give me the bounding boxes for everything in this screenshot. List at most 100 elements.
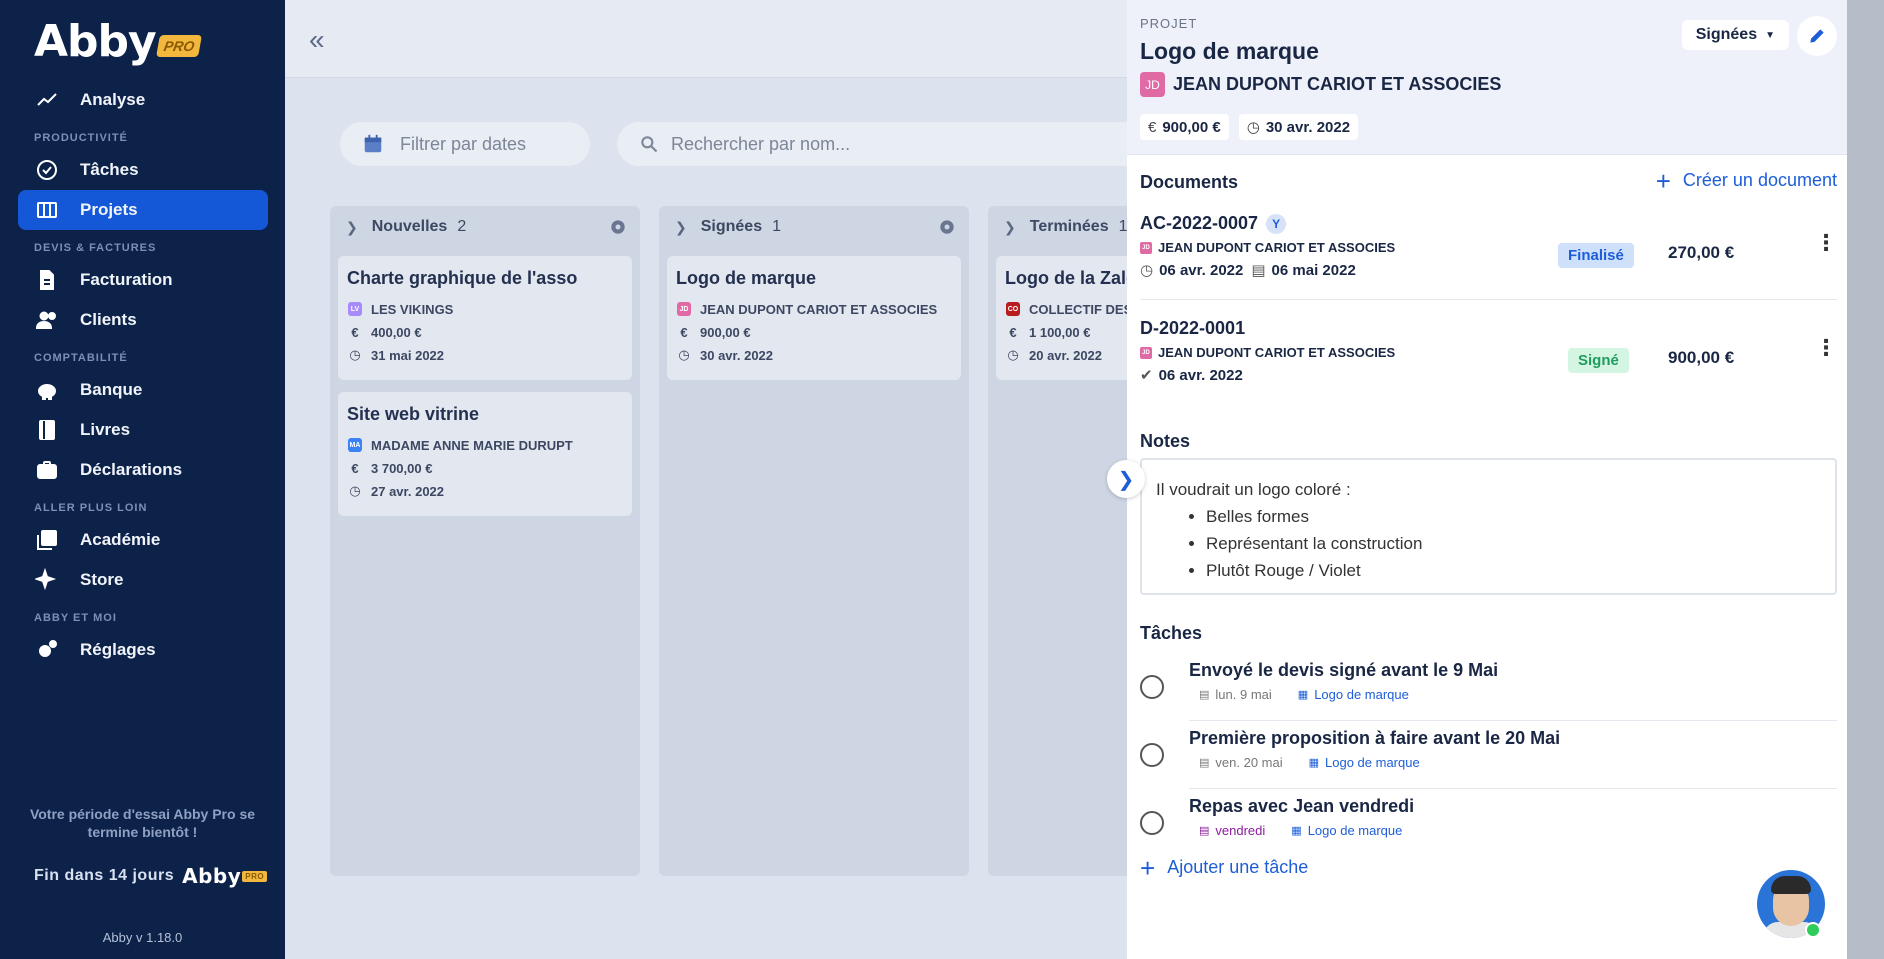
document-dates: ✔ 06 avr. 2022 <box>1140 366 1837 385</box>
plus-icon: + <box>1655 165 1671 196</box>
kanban-column-signees: ❯ Signées 1 Logo de marque JD JEAN DUPONT… <box>659 206 969 876</box>
nav-item-taches[interactable]: Tâches <box>18 150 268 190</box>
nav-item-declarations[interactable]: Déclarations <box>18 450 268 490</box>
card-amount-value: 1 100,00 € <box>1029 324 1091 340</box>
task-checkbox[interactable] <box>1140 811 1164 835</box>
status-value: Signées <box>1695 26 1758 43</box>
card-date-value: 31 mai 2022 <box>371 347 445 363</box>
card-title: Charte graphique de l'asso <box>347 268 578 288</box>
document-number: AC-2022-0007 Y <box>1140 213 1837 234</box>
task-date-value: vendredi <box>1215 823 1266 838</box>
gear-icon[interactable] <box>937 217 957 237</box>
nav-item-store[interactable]: Store <box>18 560 268 600</box>
more-vertical-icon[interactable]: ⋮ <box>1815 232 1837 254</box>
column-header[interactable]: ❯ Nouvelles 2 <box>330 206 640 248</box>
document-dates: ◷ 06 avr. 2022 ▤ 06 mai 2022 <box>1140 261 1837 280</box>
piggy-bank-icon <box>34 377 60 403</box>
status-select[interactable]: Signées ▼ <box>1681 20 1789 50</box>
notes-list: Belles formes Représentant la constructi… <box>1206 503 1821 584</box>
nav-label: Réglages <box>80 640 156 659</box>
nav-item-projets[interactable]: Projets <box>18 190 268 230</box>
sidebar: Abby PRO Analyse PRODUCTIVITÉ Tâches Pro… <box>0 0 285 959</box>
card-amount: €1 100,00 € <box>1005 324 1127 340</box>
card-date-value: 20 avr. 2022 <box>1029 347 1103 363</box>
task-project-link[interactable]: ▦ Logo de marque <box>1309 755 1420 770</box>
client-badge: MA <box>348 438 362 452</box>
search-placeholder: Rechercher par nom... <box>671 133 851 154</box>
clock-icon: ◷ <box>349 347 361 362</box>
nav-item-banque[interactable]: Banque <box>18 370 268 410</box>
client-badge: LV <box>348 302 362 316</box>
calendar-icon: ▤ <box>1199 689 1210 701</box>
client-badge: CO <box>1006 302 1020 316</box>
document-row[interactable]: D-2022-0001 JD JEAN DUPONT CARIOT ET ASSO… <box>1140 318 1837 384</box>
add-task-button[interactable]: + Ajouter une tâche <box>1140 855 1308 881</box>
column-name: Terminées <box>1029 218 1109 235</box>
abby-logo[interactable]: Abby PRO <box>34 16 203 67</box>
more-vertical-icon[interactable]: ⋮ <box>1815 337 1837 359</box>
divider <box>1189 788 1837 789</box>
client-badge: JD <box>1140 346 1152 359</box>
document-row[interactable]: AC-2022-0007 Y JD JEAN DUPONT CARIOT ET AS… <box>1140 213 1837 279</box>
column-header[interactable]: ❯ Signées 1 <box>659 206 969 248</box>
create-document-button[interactable]: + Créer un document <box>1655 165 1837 196</box>
card-date: ◷ 27 avr. 2022 <box>347 483 623 499</box>
edit-button[interactable] <box>1797 16 1837 56</box>
column-count: 1 <box>772 218 781 235</box>
card-client-name: JEAN DUPONT CARIOT ET ASSOCIES <box>700 301 938 317</box>
task-date-value: lun. 9 mai <box>1215 687 1272 702</box>
status-badge: Finalisé <box>1558 243 1634 268</box>
check-circle-icon: ✔ <box>1140 367 1153 384</box>
euro-icon: € <box>1148 118 1157 136</box>
project-card[interactable]: Logo de la Zalo CO COLLECTIF DES €1 100,0… <box>996 256 1127 380</box>
task-project-name: Logo de marque <box>1325 755 1420 770</box>
window-edge <box>1847 0 1884 959</box>
chevron-right-icon: ❯ <box>346 218 358 235</box>
nav-item-analyse[interactable]: Analyse <box>18 80 268 120</box>
task-checkbox[interactable] <box>1140 743 1164 767</box>
clock-icon: ◷ <box>1007 347 1019 362</box>
trial-end[interactable]: Fin dans 14 jours Abby PRO <box>34 864 268 888</box>
clock-icon: ◷ <box>678 347 690 362</box>
briefcase-icon <box>34 457 60 483</box>
nav-item-clients[interactable]: Clients <box>18 300 268 340</box>
task-project-link[interactable]: ▦ Logo de marque <box>1291 823 1402 838</box>
project-card[interactable]: Site web vitrine MA MADAME ANNE MARIE DUR… <box>338 392 632 516</box>
date-filter[interactable]: Filtrer par dates <box>340 122 590 166</box>
task-checkbox[interactable] <box>1140 675 1164 699</box>
nav-item-facturation[interactable]: Facturation <box>18 260 268 300</box>
task-meta: ▤ vendredi ▦ Logo de marque <box>1199 823 1837 838</box>
card-date: ◷ 20 avr. 2022 <box>1005 347 1127 363</box>
task-title[interactable]: Première proposition à faire avant le 20… <box>1189 728 1837 749</box>
project-card[interactable]: Logo de marque JD JEAN DUPONT CARIOT ET A… <box>667 256 961 380</box>
nav-item-academie[interactable]: Académie <box>18 520 268 560</box>
amount-value: 900,00 € <box>1162 118 1221 136</box>
card-amount-value: 900,00 € <box>700 324 751 340</box>
task-title[interactable]: Envoyé le devis signé avant le 9 Mai <box>1189 660 1837 681</box>
notes-editor[interactable]: Il voudrait un logo coloré : Belles form… <box>1140 458 1837 595</box>
task-project-link[interactable]: ▦ Logo de marque <box>1298 687 1409 702</box>
gear-icon[interactable] <box>608 217 628 237</box>
document-client-name: JEAN DUPONT CARIOT ET ASSOCIES <box>1158 240 1396 255</box>
nav-item-reglages[interactable]: Réglages <box>18 630 268 670</box>
client-badge: JD <box>1140 241 1152 254</box>
calendar-icon: ▤ <box>1199 825 1210 837</box>
nav-item-livres[interactable]: Livres <box>18 410 268 450</box>
column-header[interactable]: ❯ Terminées 1 <box>988 206 1127 248</box>
calendar-icon <box>364 134 382 153</box>
search-input[interactable]: Rechercher par nom... <box>617 122 1127 166</box>
nav-label: Store <box>80 570 124 589</box>
gears-icon <box>34 637 60 663</box>
logo-word: Abby <box>34 16 157 67</box>
project-card[interactable]: Charte graphique de l'asso LV LES VIKINGS… <box>338 256 632 380</box>
panel-label: PROJET <box>1140 16 1198 31</box>
project-client[interactable]: JD JEAN DUPONT CARIOT ET ASSOCIES <box>1140 72 1501 97</box>
amount-chip: €900,00 € <box>1140 114 1229 140</box>
panel-collapse-button[interactable]: ❯ <box>1107 460 1145 498</box>
euro-icon: € <box>351 324 359 340</box>
task-title[interactable]: Repas avec Jean vendredi <box>1189 796 1837 817</box>
notes-intro: Il voudrait un logo coloré : <box>1156 480 1351 499</box>
nav-label: Livres <box>80 420 131 439</box>
collapse-sidebar-button[interactable]: « <box>309 24 325 56</box>
document-client-name: JEAN DUPONT CARIOT ET ASSOCIES <box>1158 345 1396 360</box>
